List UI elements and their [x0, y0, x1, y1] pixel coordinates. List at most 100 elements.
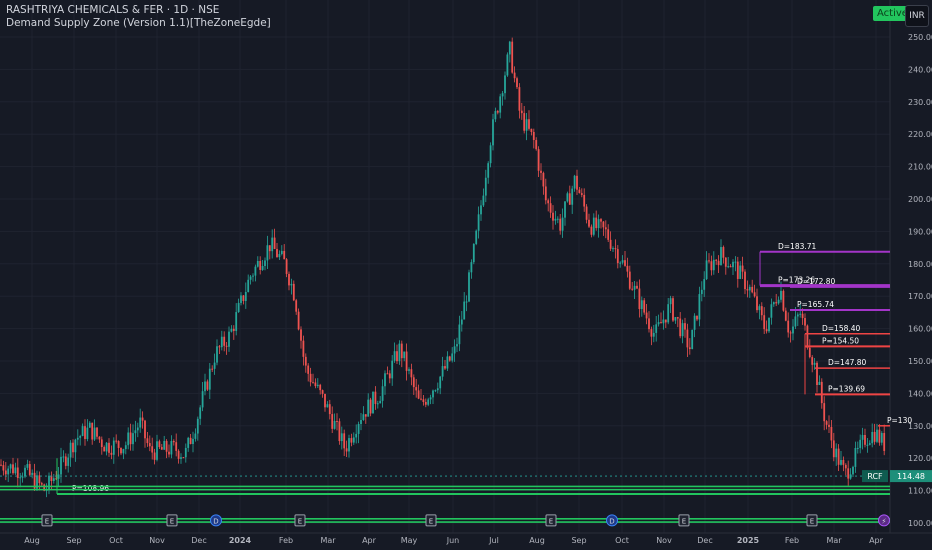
candle-body: [240, 295, 242, 303]
candle-body: [144, 420, 146, 439]
candle-body: [333, 420, 336, 429]
x-tick-label: Dec: [697, 536, 712, 545]
candle-body: [578, 189, 581, 194]
candle-body: [432, 390, 434, 398]
candle-body: [124, 445, 127, 450]
candle-body: [21, 476, 24, 478]
indicator-title[interactable]: Demand Supply Zone (Version 1.1)[TheZone…: [6, 17, 271, 30]
candle-body: [151, 446, 154, 453]
candle-body: [806, 325, 809, 348]
candle-body: [513, 72, 516, 79]
candle-body: [588, 219, 590, 227]
candle-body: [220, 336, 223, 348]
candle-body: [321, 390, 324, 394]
symbol-title[interactable]: RASHTRIYA CHEMICALS & FER · 1D · NSE: [6, 4, 271, 17]
currency-button[interactable]: INR: [905, 5, 929, 27]
candle-body: [477, 214, 480, 231]
candle-body: [729, 266, 732, 268]
candle-body: [561, 217, 564, 231]
candle-body: [602, 221, 605, 228]
candle-body: [499, 96, 502, 113]
x-tick-label: Jul: [488, 536, 499, 545]
y-tick-label: 220.00: [908, 130, 932, 139]
candle-body: [470, 262, 473, 273]
candle-body: [667, 304, 670, 323]
candle-body: [444, 366, 446, 369]
candle-body: [624, 260, 626, 266]
price-chart[interactable]: 100.00110.00120.00130.00140.00150.00160.…: [0, 0, 932, 550]
candle-body: [134, 430, 137, 434]
candle-body: [153, 452, 156, 460]
candle-body: [717, 260, 720, 266]
candle-body: [410, 369, 413, 378]
candle-body: [523, 113, 526, 131]
zone-label: D=158.40: [822, 324, 861, 333]
candle-body: [823, 403, 826, 422]
candle-body: [619, 262, 622, 264]
candle-body: [175, 442, 178, 451]
candle-body: [9, 464, 12, 469]
candle-body: [636, 285, 638, 289]
candle-body: [508, 41, 511, 55]
candle-body: [448, 356, 451, 361]
candle-body: [408, 369, 410, 371]
candle-body: [122, 449, 125, 454]
candle-body: [314, 382, 317, 387]
candle-body: [770, 304, 773, 318]
candle-body: [69, 442, 72, 458]
candle-body: [540, 170, 542, 173]
candle-body: [2, 465, 5, 471]
candle-body: [372, 391, 374, 414]
candle-body: [460, 319, 463, 325]
candle-body: [482, 195, 485, 206]
candle-body: [415, 387, 418, 391]
candle-body: [424, 402, 427, 405]
candle-body: [554, 218, 557, 221]
candle-body: [132, 433, 134, 445]
candle-body: [736, 261, 739, 279]
candle-body: [252, 275, 254, 277]
candle-body: [52, 478, 55, 482]
candle-body: [511, 41, 514, 73]
x-tick-label: 2025: [737, 536, 760, 545]
candle-body: [400, 343, 403, 359]
candle-body: [715, 259, 718, 261]
candle-body: [19, 477, 22, 479]
candle-body: [837, 448, 840, 465]
candle-body: [638, 288, 641, 310]
x-tick-label: Feb: [785, 536, 799, 545]
candle-body: [48, 475, 50, 490]
candle-body: [674, 317, 677, 321]
y-tick-label: 190.00: [908, 227, 932, 236]
candle-body: [218, 346, 221, 348]
candle-body: [213, 362, 216, 369]
candle-body: [16, 467, 19, 479]
event-marker-label: D: [609, 517, 614, 525]
candle-body: [727, 266, 730, 268]
candle-body: [158, 441, 161, 448]
candle-body: [864, 434, 866, 445]
candle-body: [244, 291, 247, 301]
candle-body: [504, 75, 506, 94]
candle-body: [700, 289, 703, 295]
candle-body: [76, 437, 79, 440]
candle-body: [475, 230, 478, 244]
candle-body: [278, 254, 281, 258]
candle-body: [458, 324, 461, 345]
candle-body: [722, 247, 725, 258]
candle-body: [480, 205, 482, 215]
candle-body: [792, 326, 794, 334]
candle-body: [463, 301, 466, 320]
candle-body: [811, 357, 814, 365]
candle-body: [117, 441, 120, 448]
candle-body: [168, 451, 170, 455]
last-price-value: 114.48: [897, 472, 925, 481]
candle-body: [686, 329, 689, 348]
candle-body: [516, 78, 518, 88]
candle-body: [91, 422, 94, 440]
candle-body: [816, 362, 818, 385]
candle-body: [868, 443, 871, 445]
candle-body: [830, 426, 833, 441]
candle-body: [302, 340, 305, 357]
candle-body: [165, 440, 168, 452]
